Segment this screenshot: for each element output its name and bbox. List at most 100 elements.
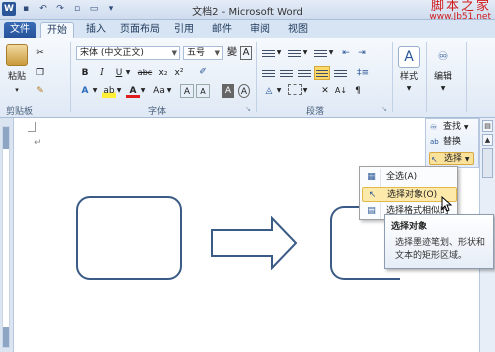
chevron-down-icon[interactable]: ▼: [92, 84, 98, 98]
window-title: 文档2 - Microsoft Word: [192, 7, 303, 18]
chevron-down-icon[interactable]: ▼: [302, 84, 308, 98]
scroll-up-icon[interactable]: ▲: [482, 134, 493, 146]
align-left-icon[interactable]: [262, 68, 275, 79]
change-case-button[interactable]: Aa: [152, 84, 166, 98]
paragraph-mark: ↵: [34, 138, 42, 148]
tab-home[interactable]: 开始: [40, 22, 74, 39]
enclose-char-button[interactable]: A: [238, 84, 250, 98]
arrow-pointer-icon: ↖: [368, 190, 377, 200]
copy-icon[interactable]: ❐: [34, 66, 46, 80]
margin-corner-mark: [28, 122, 36, 132]
increase-indent-icon[interactable]: ⇥: [356, 46, 368, 60]
chevron-down-icon[interactable]: ▼: [302, 46, 308, 60]
align-right-icon[interactable]: [298, 68, 311, 79]
borders-icon[interactable]: [288, 84, 302, 95]
justify-icon[interactable]: [314, 66, 330, 80]
chevron-down-icon[interactable]: ▼: [116, 84, 122, 98]
chevron-down-icon[interactable]: ▼: [394, 82, 424, 96]
cut-icon[interactable]: ✂: [34, 46, 46, 60]
paste-button[interactable]: 粘贴: [4, 70, 30, 84]
underline-button[interactable]: U: [114, 66, 124, 80]
scroll-thumb[interactable]: [482, 148, 493, 178]
font-color-icon[interactable]: A: [126, 84, 140, 98]
line-spacing-icon[interactable]: ‡≡: [356, 66, 370, 80]
styles-icon[interactable]: A: [398, 46, 420, 68]
superscript-button[interactable]: x²: [173, 66, 185, 80]
pinyin-guide-icon[interactable]: 變: [226, 46, 238, 60]
grow-font-button[interactable]: A: [180, 84, 194, 98]
ribbon: 粘贴 ▾ ✂ ❐ ✎ 剪贴板 宋体 (中文正文) ▼ 五号 ▼ 變 A B I …: [0, 38, 495, 118]
sort-icon[interactable]: A↓: [334, 84, 348, 98]
tab-review[interactable]: 审阅: [244, 22, 276, 39]
chevron-down-icon[interactable]: ▼: [166, 84, 172, 98]
chevron-down-icon[interactable]: ▼: [276, 46, 282, 60]
highlight-color-icon[interactable]: ab: [102, 84, 116, 98]
select-objects-tooltip: 选择对象 选择墨迹笔划、形状和文本的矩形区域。: [384, 214, 494, 269]
tab-mailings[interactable]: 邮件: [206, 22, 238, 39]
clipboard-group-label: 剪贴板: [6, 107, 34, 117]
bold-button[interactable]: B: [80, 66, 90, 80]
font-size-value: 五号: [187, 48, 206, 58]
title-bar: W ▪ ↶ ↷ ▫ ▭ ▾ 文档2 - Microsoft Word 脚本之家 …: [0, 0, 495, 22]
binoculars-icon[interactable]: ♾: [432, 46, 454, 68]
chevron-down-icon: ▼: [464, 156, 470, 163]
chevron-down-icon[interactable]: ▼: [276, 84, 282, 98]
menu-item-select-all[interactable]: ▦ 全选(A): [362, 170, 457, 185]
group-divider: [426, 42, 427, 112]
tab-view[interactable]: 视图: [282, 22, 314, 39]
tab-insert[interactable]: 插入: [80, 22, 112, 39]
right-arrow-shape[interactable]: [210, 216, 300, 270]
underline-dropdown-icon[interactable]: ▼: [124, 66, 132, 80]
format-painter-icon[interactable]: ✎: [34, 84, 46, 98]
mouse-cursor-icon: [441, 196, 453, 212]
menu-item-label: 全选(A): [386, 172, 418, 182]
shading-icon[interactable]: ◬: [262, 84, 276, 98]
decrease-indent-icon[interactable]: ⇤: [340, 46, 352, 60]
bullets-icon[interactable]: [262, 48, 275, 59]
strikethrough-button[interactable]: abc: [136, 66, 154, 80]
replace-button[interactable]: ab 替换: [429, 136, 461, 149]
char-border-icon[interactable]: A: [240, 46, 252, 60]
tab-file[interactable]: 文件: [4, 22, 36, 39]
font-name-select[interactable]: 宋体 (中文正文) ▼: [76, 46, 180, 60]
paste-icon[interactable]: [6, 44, 28, 66]
tab-references[interactable]: 引用: [168, 22, 200, 39]
ruler-toggle-icon[interactable]: ▤: [482, 120, 493, 132]
vertical-ruler[interactable]: [2, 126, 10, 348]
chevron-down-icon[interactable]: ▼: [428, 82, 458, 96]
watermark: 脚本之家 www.Jb51.net: [429, 0, 491, 22]
multilevel-list-icon[interactable]: [314, 48, 327, 59]
group-divider: [70, 42, 71, 112]
rounded-rectangle-shape-left[interactable]: [76, 196, 182, 280]
find-label: 查找: [443, 122, 462, 132]
tooltip-body: 选择墨迹笔划、形状和文本的矩形区域。: [395, 238, 486, 261]
distributed-align-icon[interactable]: [334, 68, 347, 79]
chinese-layout-icon[interactable]: ✕: [318, 84, 332, 98]
font-dialog-launcher-icon[interactable]: ↘: [244, 102, 252, 116]
clear-format-icon[interactable]: ✐: [196, 65, 210, 79]
paste-dropdown-icon[interactable]: ▾: [4, 83, 30, 97]
select-all-icon: ▦: [367, 172, 376, 182]
tab-page-layout[interactable]: 页面布局: [114, 22, 166, 39]
ruler-margin-shade: [3, 327, 9, 347]
text-effects-icon[interactable]: A: [78, 84, 92, 98]
subscript-button[interactable]: x₂: [157, 66, 169, 80]
chevron-down-icon[interactable]: ▼: [140, 84, 146, 98]
align-center-icon[interactable]: [280, 68, 293, 79]
chevron-down-icon[interactable]: ▼: [328, 46, 334, 60]
shrink-font-button[interactable]: A: [196, 84, 210, 98]
numbering-icon[interactable]: [288, 48, 301, 59]
chevron-down-icon: ▼: [171, 49, 177, 57]
group-divider: [466, 42, 467, 112]
font-size-select[interactable]: 五号 ▼: [183, 46, 223, 60]
paragraph-dialog-launcher-icon[interactable]: ↘: [380, 102, 388, 116]
tooltip-title: 选择对象: [391, 222, 428, 232]
show-marks-icon[interactable]: ¶: [352, 84, 364, 98]
find-button[interactable]: ♾ 查找 ▼: [429, 121, 469, 134]
group-divider: [256, 42, 257, 112]
menu-item-label: 选择对象(O): [387, 190, 438, 200]
char-shading-button[interactable]: A: [222, 84, 234, 98]
select-similar-icon: ▤: [367, 206, 376, 216]
italic-button[interactable]: I: [97, 66, 107, 80]
select-button[interactable]: ↖ 选择 ▼: [429, 152, 474, 165]
